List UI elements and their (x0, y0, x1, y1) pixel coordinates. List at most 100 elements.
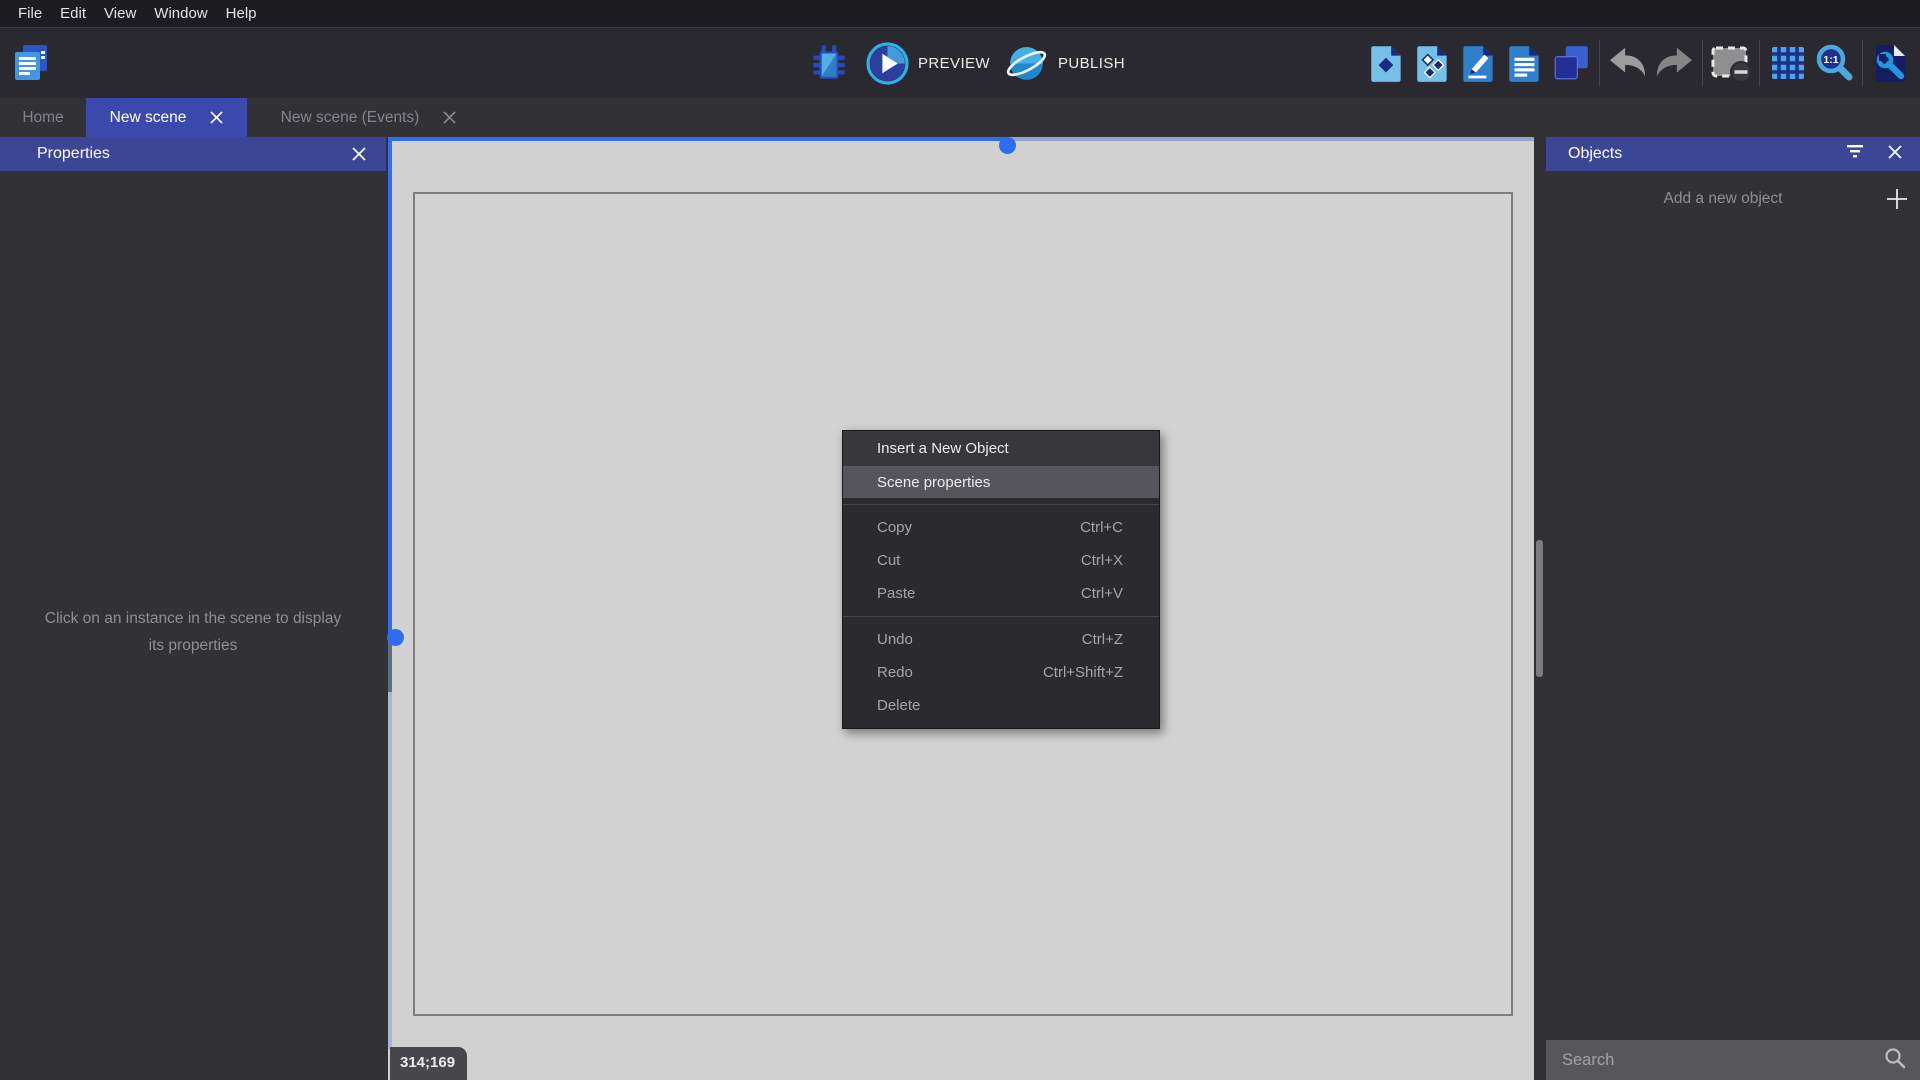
menu-item-label: Undo (877, 631, 913, 648)
tab-new-scene[interactable]: New scene (86, 98, 247, 137)
menu-edit[interactable]: Edit (51, 0, 95, 27)
layers-icon (1551, 43, 1591, 83)
menu-help[interactable]: Help (217, 0, 266, 27)
context-menu-item-delete[interactable]: Delete (843, 689, 1159, 722)
left-drag-handle[interactable] (388, 137, 392, 637)
add-icon[interactable] (1874, 179, 1920, 219)
edit-scene-button[interactable] (1456, 35, 1502, 91)
menu-file[interactable]: File (9, 0, 51, 27)
menu-view[interactable]: View (95, 0, 145, 27)
zoom-original-icon: 1:1 (1812, 41, 1856, 85)
context-menu: Insert a New Object Scene properties Cop… (842, 430, 1160, 729)
left-scrollbar-thumb[interactable] (388, 642, 392, 692)
context-menu-item-insert-object[interactable]: Insert a New Object (843, 431, 1159, 466)
properties-panel-title: Properties (37, 145, 110, 163)
grid-button[interactable] (1765, 35, 1811, 91)
toolbar-separator (1862, 40, 1863, 86)
menu-item-label: Insert a New Object (877, 440, 1009, 457)
clear-selection-icon (1709, 42, 1753, 84)
menu-item-shortcut: Ctrl+C (1080, 519, 1123, 536)
objects-panel: Objects Add a new object (1546, 137, 1920, 1080)
project-tools-button[interactable] (1868, 35, 1914, 91)
redo-button[interactable] (1651, 35, 1697, 91)
close-icon[interactable] (210, 111, 223, 124)
top-drag-handle[interactable] (388, 137, 1007, 141)
menu-item-label: Copy (877, 519, 912, 536)
close-icon[interactable] (1888, 145, 1902, 164)
layers-button[interactable] (1548, 35, 1594, 91)
properties-panel: Properties Click on an instance in the s… (0, 137, 386, 1080)
project-tools-icon (1872, 42, 1910, 84)
close-icon[interactable] (352, 147, 366, 166)
objects-panel-title: Objects (1568, 145, 1622, 163)
menu-bar: File Edit View Window Help (0, 0, 1920, 27)
context-menu-item-undo[interactable]: Undo Ctrl+Z (843, 623, 1159, 656)
publish-button[interactable]: PUBLISH (1004, 41, 1125, 86)
context-menu-item-redo[interactable]: Redo Ctrl+Shift+Z (843, 656, 1159, 689)
undo-button[interactable] (1605, 35, 1651, 91)
publish-sphere-icon (1004, 41, 1049, 86)
menu-item-shortcut: Ctrl+Shift+Z (1043, 664, 1123, 681)
zoom-original-button[interactable]: 1:1 (1811, 35, 1857, 91)
context-menu-item-paste[interactable]: Paste Ctrl+V (843, 577, 1159, 610)
toolbar-separator (1759, 40, 1760, 86)
filter-icon[interactable] (1846, 144, 1864, 164)
open-events-button[interactable] (1502, 35, 1548, 91)
grid-icon (1768, 43, 1808, 83)
preview-play-icon (866, 42, 909, 85)
project-manager-button[interactable] (8, 35, 54, 91)
menu-item-label: Scene properties (877, 474, 990, 491)
publish-label: PUBLISH (1058, 55, 1125, 72)
objects-search-bar (1546, 1040, 1920, 1080)
menu-item-label: Delete (877, 697, 920, 714)
tab-label: Home (22, 109, 63, 127)
add-object-row[interactable]: Add a new object (1546, 179, 1920, 219)
close-icon[interactable] (443, 111, 456, 124)
debug-icon (808, 42, 850, 84)
preview-label: PREVIEW (918, 55, 990, 72)
project-manager-icon (13, 44, 49, 82)
menu-window[interactable]: Window (145, 0, 216, 27)
edit-scene-icon (1460, 42, 1498, 84)
debugger-button[interactable] (806, 35, 852, 91)
menu-item-shortcut: Ctrl+V (1081, 585, 1123, 602)
canvas-scrollbar-thumb[interactable] (1536, 540, 1543, 677)
open-events-icon (1506, 42, 1544, 84)
open-scene-button[interactable] (1364, 35, 1410, 91)
menu-separator (843, 504, 1159, 505)
properties-panel-header: Properties (0, 137, 386, 171)
add-object-label: Add a new object (1546, 190, 1874, 208)
properties-empty-message: Click on an instance in the scene to dis… (0, 605, 386, 659)
left-drag-handle-track[interactable] (388, 637, 392, 1049)
context-menu-item-cut[interactable]: Cut Ctrl+X (843, 544, 1159, 577)
toolbar: PREVIEW PUBLISH (0, 27, 1920, 98)
context-menu-item-copy[interactable]: Copy Ctrl+C (843, 511, 1159, 544)
toolbar-separator (1599, 40, 1600, 86)
tab-new-scene-events[interactable]: New scene (Events) (247, 98, 490, 137)
menu-item-label: Paste (877, 585, 915, 602)
top-drag-handle-track[interactable] (1007, 137, 1534, 141)
toolbar-separator (1702, 40, 1703, 86)
left-drag-knob[interactable] (387, 629, 404, 646)
preview-button[interactable]: PREVIEW (866, 42, 990, 85)
open-scene-objects-button[interactable] (1410, 35, 1456, 91)
tab-bar: Home New scene New scene (Events) (0, 98, 1920, 137)
clear-selection-button[interactable] (1708, 35, 1754, 91)
scene-canvas[interactable]: Insert a New Object Scene properties Cop… (388, 137, 1534, 1080)
undo-icon (1606, 44, 1650, 82)
menu-item-label: Cut (877, 552, 900, 569)
search-input[interactable] (1562, 1051, 1884, 1070)
open-scene-icon (1368, 42, 1406, 84)
svg-text:1:1: 1:1 (1823, 54, 1838, 66)
top-drag-knob[interactable] (999, 137, 1016, 154)
menu-item-shortcut: Ctrl+X (1081, 552, 1123, 569)
tab-label: New scene (110, 109, 187, 127)
menu-separator (843, 616, 1159, 617)
open-scene-objects-icon (1414, 42, 1452, 84)
objects-panel-header: Objects (1546, 137, 1920, 171)
tab-home[interactable]: Home (0, 98, 86, 137)
main-area: Properties Click on an instance in the s… (0, 137, 1920, 1080)
search-icon (1884, 1047, 1906, 1074)
context-menu-item-scene-properties[interactable]: Scene properties (843, 466, 1159, 498)
redo-icon (1652, 44, 1696, 82)
